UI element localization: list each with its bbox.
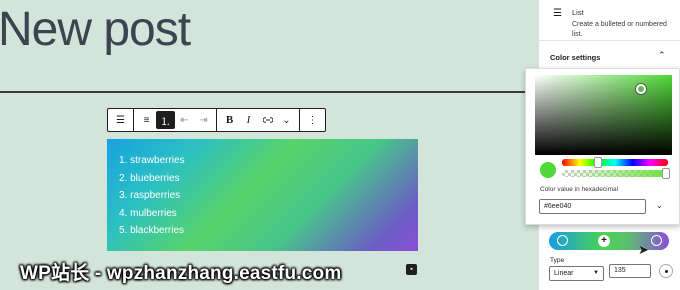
bullet-list-icon[interactable]: ≡ [137,111,156,129]
angle-dial[interactable] [659,264,673,278]
gradient-bar[interactable]: + [549,232,669,250]
numbered-list-icon[interactable]: ⒈ [156,111,175,129]
alpha-slider[interactable] [562,168,670,179]
editor-canvas: New post ☰ ≡ ⒈ ⇤ ⇥ B I ⌄ ⋮ 1. strawberri… [0,0,538,290]
post-title[interactable]: New post [0,2,191,57]
hex-input[interactable]: #6ee040 [539,199,646,214]
list-item[interactable]: 2. blueberries [119,170,185,188]
hue-handle[interactable] [594,157,602,168]
hue-slider[interactable] [562,157,668,168]
saturation-handle[interactable] [636,84,646,94]
color-picker-popover: Color value in hexadecimal #6ee040 ⌄ [525,68,680,225]
link-icon[interactable] [258,111,277,129]
divider [538,40,680,41]
gradient-stop[interactable] [651,235,662,246]
list-item[interactable]: 5. blackberries [119,222,185,240]
list-item[interactable]: 1. strawberries [119,152,185,170]
block-status-icon: ▪ [406,264,417,275]
outdent-icon[interactable]: ⇤ [175,111,194,129]
gradient-type-select[interactable]: Linear ▼ [549,266,604,281]
mouse-cursor-icon: ➤ [638,242,649,257]
list-item[interactable]: 3. raspberries [119,187,185,205]
current-color-swatch [540,162,556,178]
toolbar-group-transform: ☰ [108,109,134,131]
bold-button[interactable]: B [220,111,239,129]
block-card-description: Create a bulleted or numbered list. [572,21,667,38]
type-select-value: Linear [554,270,574,277]
angle-input[interactable]: 135 [609,264,651,278]
list-block-icon: ☰ [553,8,562,19]
toolbar-group-list: ≡ ⒈ ⇤ ⇥ [134,109,217,131]
type-label: Type [550,257,565,264]
indent-icon[interactable]: ⇥ [194,111,213,129]
gradient-list-block[interactable]: 1. strawberries 2. blueberries 3. raspbe… [107,139,418,251]
toolbar-group-more: ⋮ [300,109,325,131]
gradient-stop[interactable] [557,235,568,246]
list-indent-icon[interactable]: ☰ [111,111,130,129]
italic-button[interactable]: I [239,111,258,129]
ordered-list: 1. strawberries 2. blueberries 3. raspbe… [119,152,185,240]
more-options-icon[interactable]: ⋮ [303,111,322,129]
chevron-down-icon[interactable]: ⌄ [277,111,296,129]
chevron-up-icon[interactable]: ⌃ [658,50,666,61]
list-item[interactable]: 4. mulberries [119,205,185,223]
block-toolbar: ☰ ≡ ⒈ ⇤ ⇥ B I ⌄ ⋮ [107,108,326,132]
add-stop-button[interactable]: + [598,235,610,247]
separator [0,91,538,93]
chevron-down-icon[interactable]: ⌄ [656,201,663,210]
color-settings-toggle[interactable]: Color settings [550,53,600,62]
watermark: WP站长 - wpzhanzhang.eastfu.com [20,263,342,284]
chevron-down-icon: ▼ [593,270,599,276]
block-card-title: List [572,8,584,17]
alpha-handle[interactable] [662,168,670,179]
saturation-value-area[interactable] [535,75,672,155]
hex-label: Color value in hexadecimal [540,186,619,193]
toolbar-group-format: B I ⌄ [217,109,300,131]
